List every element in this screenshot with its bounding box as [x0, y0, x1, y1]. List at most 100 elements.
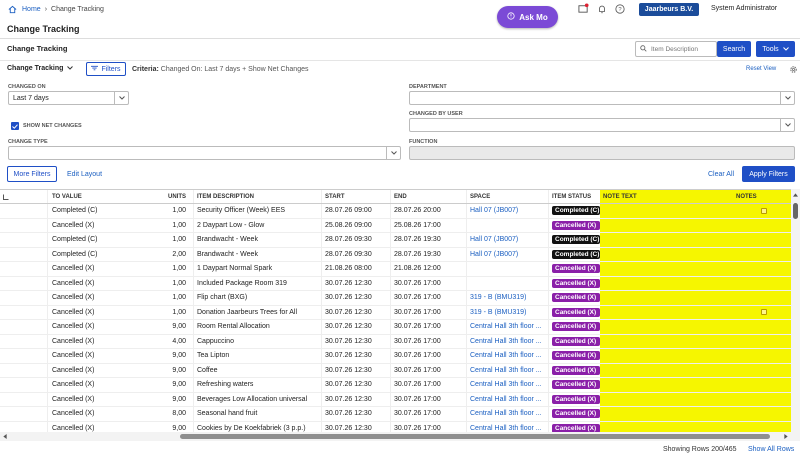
row-select-cell[interactable]: [0, 407, 48, 421]
space-link[interactable]: Central Hall 3th floor ...: [466, 320, 548, 334]
column-header-end[interactable]: END: [390, 190, 466, 203]
home-icon[interactable]: [7, 4, 18, 15]
notes-cell[interactable]: [733, 305, 791, 319]
changed-on-select[interactable]: Last 7 days: [8, 91, 129, 105]
bell-icon[interactable]: [596, 3, 607, 14]
vertical-scroll-thumb[interactable]: [793, 203, 798, 219]
horizontal-scroll-thumb[interactable]: [180, 434, 770, 439]
space-link[interactable]: Hall 07 (JB007): [466, 247, 548, 261]
space-link[interactable]: Central Hall 3th floor ...: [466, 349, 548, 363]
scroll-right-icon[interactable]: [784, 434, 788, 441]
change-type-select[interactable]: [8, 146, 401, 160]
row-select-cell[interactable]: [0, 421, 48, 432]
clear-all-link[interactable]: Clear All: [708, 171, 734, 178]
row-select-cell[interactable]: [0, 262, 48, 276]
table-row[interactable]: Cancelled (X) 1,00 1 Daypart Normal Spark 2…: [0, 262, 791, 277]
space-link[interactable]: Central Hall 3th floor ...: [466, 378, 548, 392]
start-cell: 30.07.26 12:30: [321, 421, 390, 432]
row-select-cell[interactable]: [0, 349, 48, 363]
select-all-cell[interactable]: [0, 190, 48, 203]
table-row[interactable]: Cancelled (X) 4,00 Cappuccino 30.07.26 12:3…: [0, 334, 791, 349]
row-select-cell[interactable]: [0, 320, 48, 334]
table-row[interactable]: Cancelled (X) 1,00 2 Daypart Low - Glow 25.…: [0, 218, 791, 233]
organization-badge[interactable]: Jaarbeurs B.V.: [639, 3, 699, 16]
table-row[interactable]: Completed (C) 1,00 Security Officer (Week)…: [0, 204, 791, 219]
row-select-cell[interactable]: [0, 204, 48, 218]
user-menu[interactable]: System Administrator: [711, 5, 777, 12]
column-header-start[interactable]: START: [321, 190, 390, 203]
table-row[interactable]: Cancelled (X) 9,00 Cookies by De Koekfabri…: [0, 421, 791, 432]
filters-toggle-button[interactable]: Filters: [86, 62, 126, 76]
table-row[interactable]: Cancelled (X) 9,00 Room Rental Allocation 3…: [0, 320, 791, 335]
ask-mo-button[interactable]: Ask Mo: [497, 6, 558, 28]
row-select-cell[interactable]: [0, 247, 48, 261]
column-header-item-description[interactable]: ITEM DESCRIPTION: [193, 190, 321, 203]
row-select-cell[interactable]: [0, 291, 48, 305]
space-link[interactable]: Hall 07 (JB007): [466, 204, 548, 218]
help-icon[interactable]: ?: [614, 3, 625, 14]
column-header-space[interactable]: SPACE: [466, 190, 548, 203]
view-selector[interactable]: Change Tracking: [7, 65, 74, 72]
row-select-cell[interactable]: [0, 334, 48, 348]
changed-by-select[interactable]: [409, 118, 795, 132]
column-header-to-value[interactable]: TO VALUE: [48, 190, 158, 203]
search-box[interactable]: [635, 41, 717, 57]
tools-button[interactable]: Tools: [756, 41, 795, 57]
show-net-changes-checkbox[interactable]: [11, 122, 19, 130]
row-select-cell[interactable]: [0, 378, 48, 392]
column-header-item-status[interactable]: ITEM STATUS: [548, 190, 600, 203]
horizontal-scrollbar[interactable]: [0, 432, 800, 441]
reset-view-link[interactable]: Reset View: [746, 66, 776, 72]
row-select-cell[interactable]: [0, 363, 48, 377]
table-row[interactable]: Cancelled (X) 9,00 Coffee 30.07.26 12:30 30.…: [0, 363, 791, 378]
space-link[interactable]: 319 - B (BMU319): [466, 305, 548, 319]
space-link[interactable]: Hall 07 (JB007): [466, 233, 548, 247]
space-link[interactable]: 319 - B (BMU319): [466, 291, 548, 305]
table-row[interactable]: Cancelled (X) 8,00 Seasonal hand fruit 30.0…: [0, 407, 791, 422]
item-description-cell: Seasonal hand fruit: [193, 407, 321, 421]
scroll-left-icon[interactable]: [3, 434, 7, 441]
edit-layout-link[interactable]: Edit Layout: [67, 171, 102, 178]
table-row[interactable]: Cancelled (X) 9,00 Tea Lipton 30.07.26 12:3…: [0, 349, 791, 364]
chevron-down-icon: [782, 46, 789, 53]
note-icon[interactable]: [760, 309, 767, 316]
table-row[interactable]: Completed (C) 1,00 Brandwacht - Week 28.07.…: [0, 233, 791, 248]
space-link[interactable]: Central Hall 3th floor ...: [466, 407, 548, 421]
department-select[interactable]: [409, 91, 795, 105]
space-link[interactable]: Central Hall 3th floor ...: [466, 363, 548, 377]
column-header-notes[interactable]: NOTES: [733, 190, 791, 203]
row-select-cell[interactable]: [0, 392, 48, 406]
space-link[interactable]: [466, 218, 548, 232]
breadcrumb-home-link[interactable]: Home: [22, 6, 41, 13]
apply-filters-button[interactable]: Apply Filters: [742, 166, 795, 182]
table-row[interactable]: Cancelled (X) 9,00 Beverages Low Allocatio…: [0, 392, 791, 407]
column-header-units[interactable]: UNITS: [158, 190, 188, 203]
search-button[interactable]: Search: [717, 41, 751, 57]
table-row[interactable]: Cancelled (X) 1,00 Included Package Room 3…: [0, 276, 791, 291]
row-select-cell[interactable]: [0, 305, 48, 319]
space-link[interactable]: Central Hall 3th floor ...: [466, 334, 548, 348]
space-link[interactable]: [466, 262, 548, 276]
scroll-up-icon[interactable]: [793, 192, 798, 199]
vertical-scrollbar[interactable]: [791, 189, 800, 432]
table-row[interactable]: Cancelled (X) 9,00 Refreshing waters 30.07.…: [0, 378, 791, 393]
search-input[interactable]: [651, 45, 711, 53]
row-select-cell[interactable]: [0, 218, 48, 232]
table-row[interactable]: Cancelled (X) 1,00 Donation Jaarbeurs Tree…: [0, 305, 791, 320]
more-filters-button[interactable]: More Filters: [7, 166, 57, 182]
gear-icon[interactable]: [788, 64, 799, 75]
column-header-note-text[interactable]: NOTE TEXT: [600, 190, 733, 203]
table-row[interactable]: Completed (C) 2,00 Brandwacht - Week 28.07.…: [0, 247, 791, 262]
changed-by-label: CHANGED BY USER: [409, 111, 463, 117]
row-select-cell[interactable]: [0, 276, 48, 290]
row-select-cell[interactable]: [0, 233, 48, 247]
note-icon[interactable]: [760, 207, 767, 214]
units-cell: 9,00: [172, 366, 186, 374]
space-link[interactable]: [466, 276, 548, 290]
show-all-rows-link[interactable]: Show All Rows: [748, 446, 794, 453]
table-row[interactable]: Cancelled (X) 1,00 Flip chart (BXG) 30.07.2…: [0, 291, 791, 306]
notes-cell[interactable]: [733, 204, 791, 218]
space-link[interactable]: Central Hall 3th floor ...: [466, 421, 548, 432]
space-link[interactable]: Central Hall 3th floor ...: [466, 392, 548, 406]
inbox-notification-icon[interactable]: [578, 3, 589, 14]
